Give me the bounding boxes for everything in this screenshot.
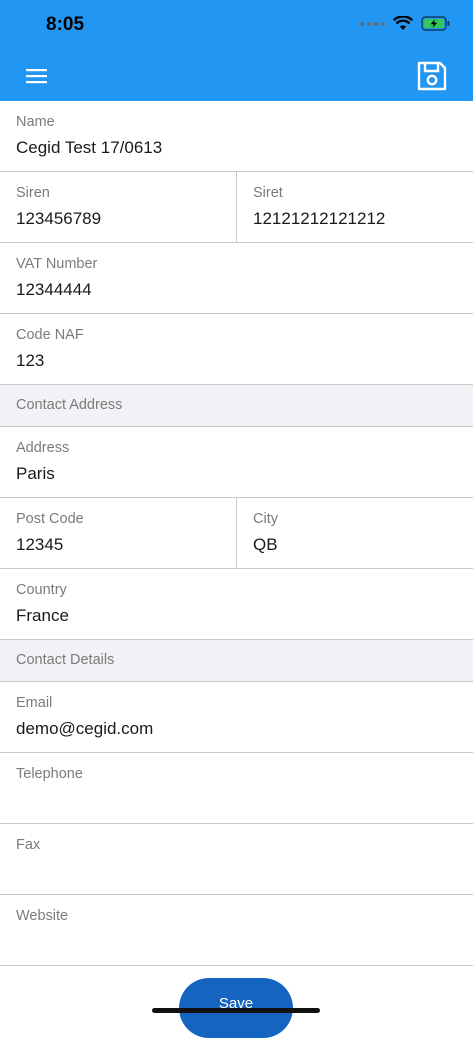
name-label: Name (16, 114, 55, 130)
country-value[interactable]: France (16, 606, 69, 626)
company-form: Name Cegid Test 17/0613 Siren 123456789 … (0, 101, 473, 966)
siret-value[interactable]: 12121212121212 (253, 209, 385, 229)
email-field[interactable]: Email demo@cegid.com (0, 682, 473, 753)
email-label: Email (16, 695, 53, 711)
floppy-disk-icon (417, 61, 447, 91)
siret-label: Siret (253, 185, 283, 201)
siren-siret-row: Siren 123456789 Siret 12121212121212 (0, 172, 473, 243)
section-contact-details: Contact Details (0, 640, 473, 682)
postcode-label: Post Code (16, 511, 84, 527)
telephone-field[interactable]: Telephone (0, 753, 473, 824)
wifi-icon (393, 16, 413, 30)
country-field[interactable]: Country France (0, 569, 473, 640)
save-icon-button[interactable] (416, 60, 448, 92)
vat-label: VAT Number (16, 256, 98, 272)
postcode-field[interactable]: Post Code 12345 (0, 498, 237, 568)
address-value[interactable]: Paris (16, 464, 55, 484)
section-title: Contact Details (16, 652, 115, 668)
status-icons (360, 16, 451, 31)
city-value[interactable]: QB (253, 535, 278, 555)
siren-value[interactable]: 123456789 (16, 209, 101, 229)
hamburger-menu-icon (26, 69, 47, 84)
siren-label: Siren (16, 185, 50, 201)
website-field[interactable]: Website (0, 895, 473, 966)
naf-field[interactable]: Code NAF 123 (0, 314, 473, 385)
section-title: Contact Address (16, 397, 123, 413)
vat-field[interactable]: VAT Number 12344444 (0, 243, 473, 314)
email-value[interactable]: demo@cegid.com (16, 719, 153, 739)
name-value[interactable]: Cegid Test 17/0613 (16, 138, 162, 158)
fax-field[interactable]: Fax (0, 824, 473, 895)
status-time: 8:05 (46, 14, 85, 35)
siren-field[interactable]: Siren 123456789 (0, 172, 237, 242)
vat-value[interactable]: 12344444 (16, 280, 92, 300)
address-field[interactable]: Address Paris (0, 427, 473, 498)
city-field[interactable]: City QB (237, 498, 473, 568)
battery-charging-icon (421, 16, 450, 31)
app-header: 8:05 (0, 0, 473, 101)
siret-field[interactable]: Siret 12121212121212 (237, 172, 473, 242)
telephone-label: Telephone (16, 766, 83, 782)
website-label: Website (16, 908, 69, 924)
naf-value[interactable]: 123 (16, 351, 44, 371)
city-label: City (253, 511, 278, 527)
address-label: Address (16, 440, 70, 456)
postcode-value[interactable]: 12345 (16, 535, 63, 555)
fax-label: Fax (16, 837, 41, 853)
postcode-city-row: Post Code 12345 City QB (0, 498, 473, 569)
naf-label: Code NAF (16, 327, 84, 343)
home-indicator (152, 1008, 320, 1013)
name-field[interactable]: Name Cegid Test 17/0613 (0, 101, 473, 172)
country-label: Country (16, 582, 67, 598)
signal-icon (360, 21, 385, 26)
section-contact-address: Contact Address (0, 385, 473, 427)
menu-button[interactable] (24, 65, 50, 87)
